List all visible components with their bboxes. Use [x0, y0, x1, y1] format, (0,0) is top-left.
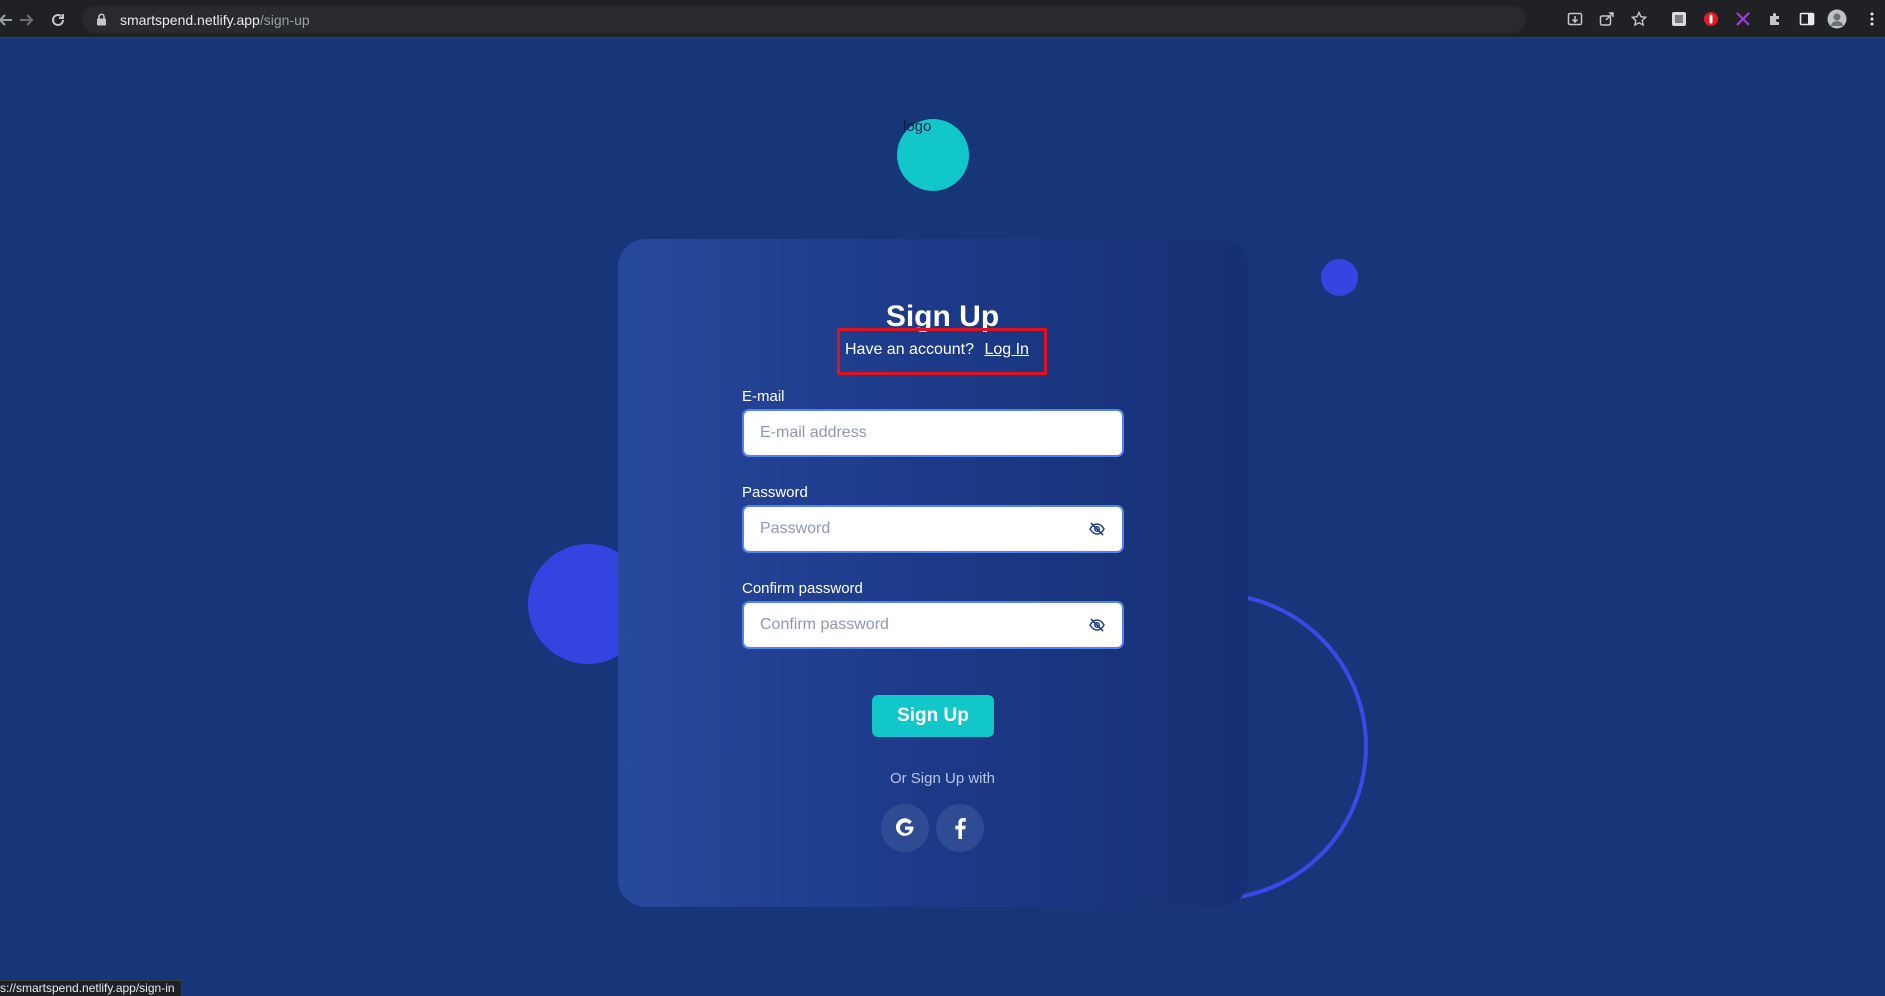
- confirm-password-label: Confirm password: [742, 580, 863, 597]
- puzzle-icon[interactable]: [1765, 9, 1785, 29]
- password-field[interactable]: [744, 509, 1064, 549]
- side-panel-icon[interactable]: [1797, 9, 1817, 29]
- profile-avatar[interactable]: [1827, 9, 1847, 29]
- facebook-signup-button[interactable]: [936, 804, 984, 852]
- google-icon: [895, 818, 914, 836]
- menu-icon[interactable]: [1862, 9, 1882, 29]
- account-prompt-text: Have an account?: [845, 341, 974, 358]
- logo-text: logo: [903, 118, 932, 135]
- eye-slash-icon[interactable]: [1088, 617, 1106, 633]
- url-text: smartspend.netlify.app/sign-up: [120, 12, 310, 28]
- email-label: E-mail: [742, 388, 785, 405]
- email-field-box: [742, 409, 1124, 457]
- eye-slash-icon[interactable]: [1088, 521, 1106, 537]
- facebook-icon: [955, 818, 966, 839]
- password-label: Password: [742, 484, 808, 501]
- address-bar[interactable]: smartspend.netlify.app/sign-up: [82, 6, 1526, 33]
- share-icon[interactable]: [1597, 9, 1617, 29]
- confirm-password-field-box: [742, 601, 1124, 649]
- decorative-circle-small: [1321, 259, 1358, 296]
- browser-toolbar: smartspend.netlify.app/sign-up: [0, 0, 1885, 38]
- password-field-box: [742, 505, 1124, 553]
- extension-cross-icon[interactable]: [1733, 9, 1753, 29]
- account-prompt-row: Have an account? Log In: [845, 341, 1029, 359]
- forward-icon[interactable]: [14, 8, 38, 32]
- extension-red-icon[interactable]: [1701, 9, 1721, 29]
- reload-icon[interactable]: [46, 8, 70, 32]
- extension-icon[interactable]: [1669, 9, 1689, 29]
- install-icon[interactable]: [1565, 9, 1585, 29]
- confirm-password-field[interactable]: [744, 605, 1064, 645]
- star-icon[interactable]: [1629, 9, 1649, 29]
- lock-icon[interactable]: [94, 13, 108, 27]
- signup-button[interactable]: Sign Up: [872, 695, 994, 737]
- email-field[interactable]: [744, 413, 1064, 453]
- social-divider-text: Or Sign Up with: [889, 770, 996, 787]
- status-bar-url: s://smartspend.netlify.app/sign-in: [0, 980, 182, 996]
- url-path: /sign-up: [259, 11, 310, 28]
- url-host: smartspend.netlify.app: [120, 11, 260, 28]
- google-signup-button[interactable]: [881, 804, 929, 852]
- login-link[interactable]: Log In: [984, 341, 1028, 358]
